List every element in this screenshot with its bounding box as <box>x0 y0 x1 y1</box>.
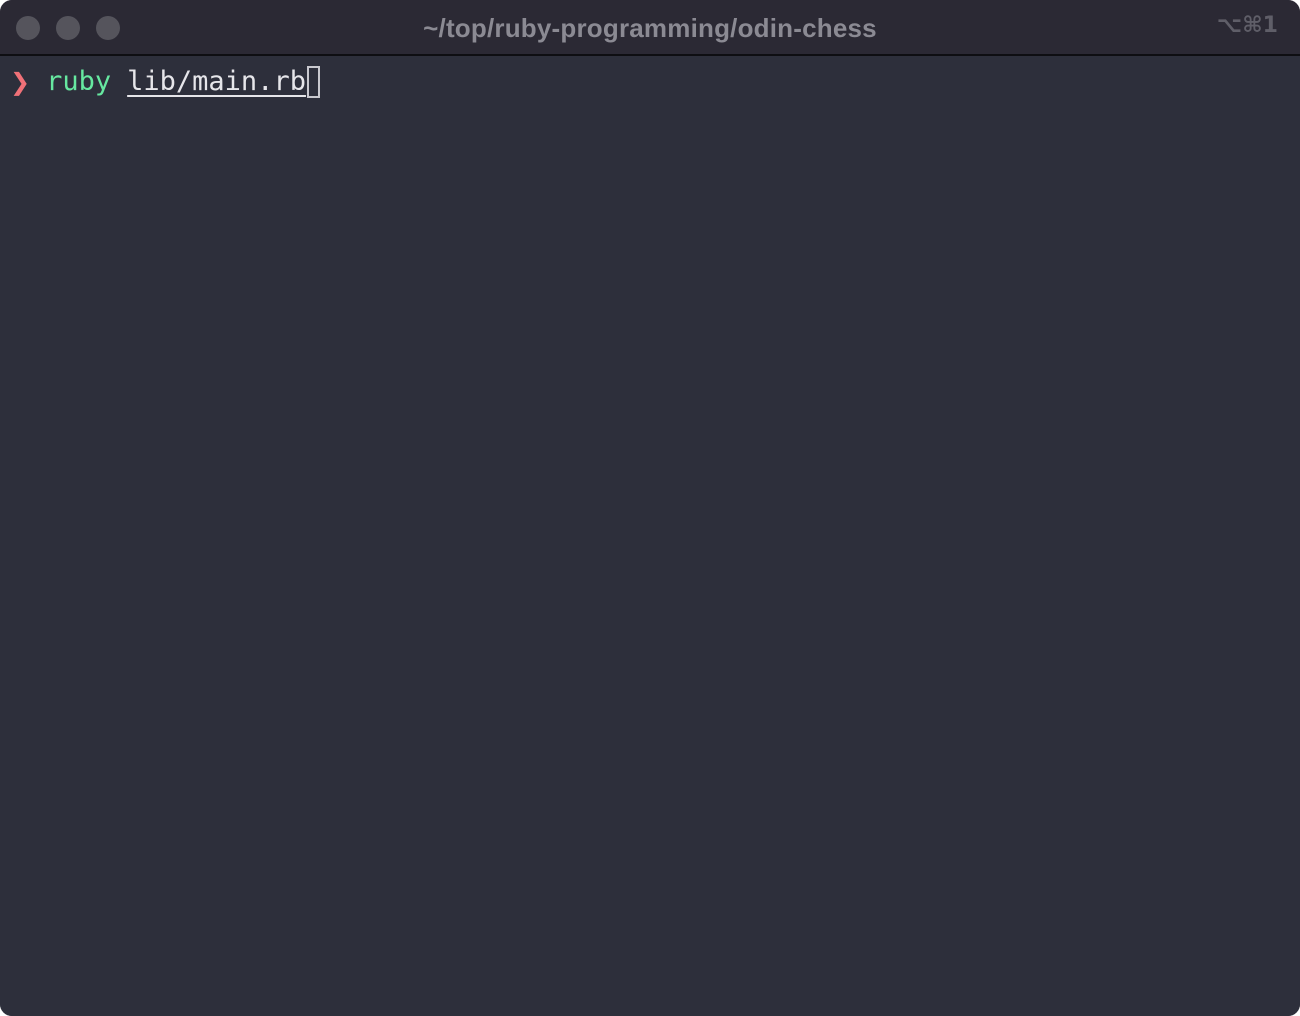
argument-text: lib/main.rb <box>127 66 306 97</box>
command-text: ruby <box>46 66 112 97</box>
prompt-icon: ❯ <box>10 68 31 96</box>
terminal-content[interactable]: ❯ ruby lib/main.rb <box>0 58 1300 1016</box>
title-bar[interactable]: ~/top/ruby-programming/odin-chess ⌥⌘1 <box>0 0 1300 56</box>
text-cursor <box>306 66 320 98</box>
command-line[interactable]: ❯ ruby lib/main.rb <box>10 64 320 100</box>
window-title: ~/top/ruby-programming/odin-chess <box>423 13 877 43</box>
terminal-window: ~/top/ruby-programming/odin-chess ⌥⌘1 ❯ … <box>0 0 1300 1016</box>
window-shortcut: ⌥⌘1 <box>1216 13 1278 38</box>
